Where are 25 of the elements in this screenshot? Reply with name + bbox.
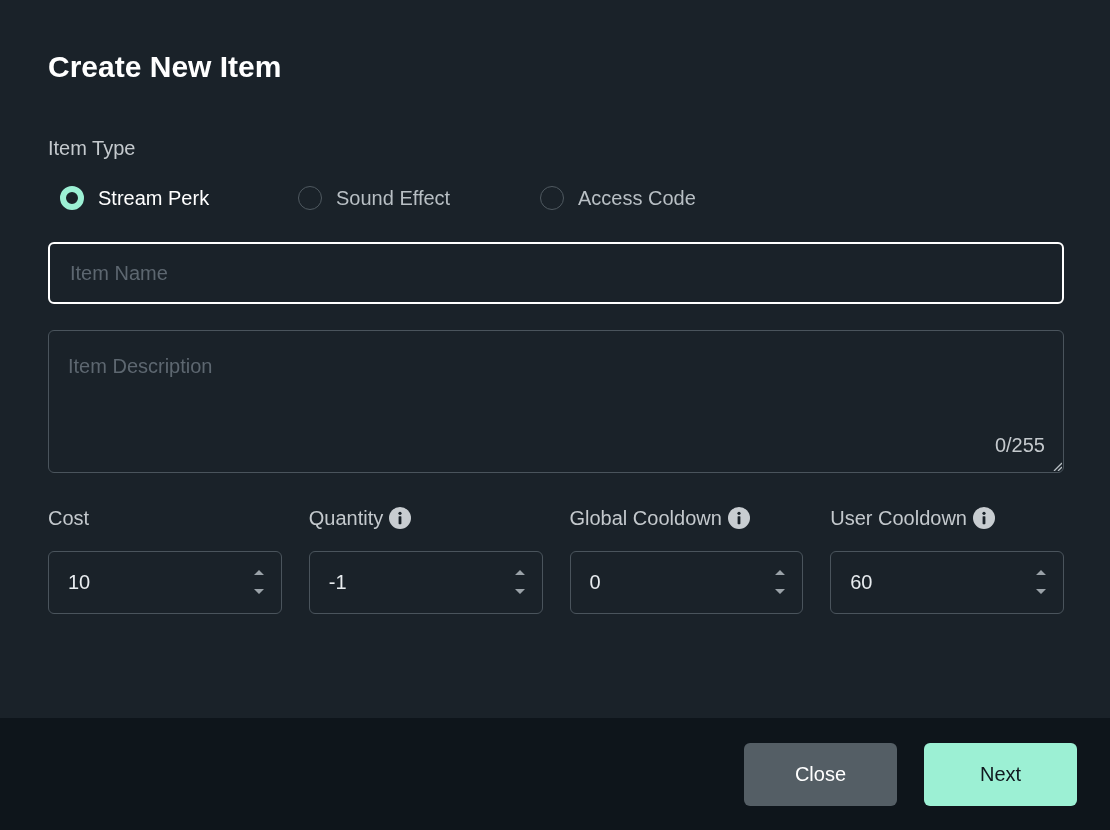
info-icon[interactable] bbox=[389, 507, 412, 529]
field-label: Global Cooldown bbox=[569, 506, 722, 530]
close-button[interactable]: Close bbox=[744, 743, 897, 806]
field-label: User Cooldown bbox=[830, 506, 967, 530]
dialog-title: Create New Item bbox=[48, 49, 282, 85]
character-counter: 0/255 bbox=[994, 433, 1045, 457]
stepper-arrows-icon[interactable] bbox=[252, 569, 265, 595]
number-field[interactable]: 60 bbox=[830, 551, 1064, 614]
next-button[interactable]: Next bbox=[924, 743, 1077, 806]
number-field[interactable]: 0 bbox=[569, 551, 804, 614]
info-icon[interactable] bbox=[727, 507, 750, 529]
stepper-arrows-icon[interactable] bbox=[1035, 569, 1047, 595]
field-label: Quantity bbox=[308, 506, 384, 530]
info-icon[interactable] bbox=[973, 507, 995, 529]
field-label: Cost bbox=[48, 506, 90, 530]
stepper-arrows-icon[interactable] bbox=[774, 569, 787, 595]
stepper-arrows-icon[interactable] bbox=[513, 569, 526, 595]
number-field[interactable]: -1 bbox=[308, 551, 543, 614]
item-name-field[interactable]: Item Name bbox=[48, 242, 1064, 304]
radio-option[interactable]: Stream Perk bbox=[60, 186, 210, 210]
field-label: Item Type bbox=[48, 136, 136, 160]
resize-grip-icon[interactable] bbox=[1053, 462, 1062, 471]
radio-option[interactable]: Sound Effect bbox=[298, 186, 451, 210]
radio-option[interactable]: Access Code bbox=[540, 186, 696, 210]
number-field[interactable]: 10 bbox=[48, 551, 282, 614]
